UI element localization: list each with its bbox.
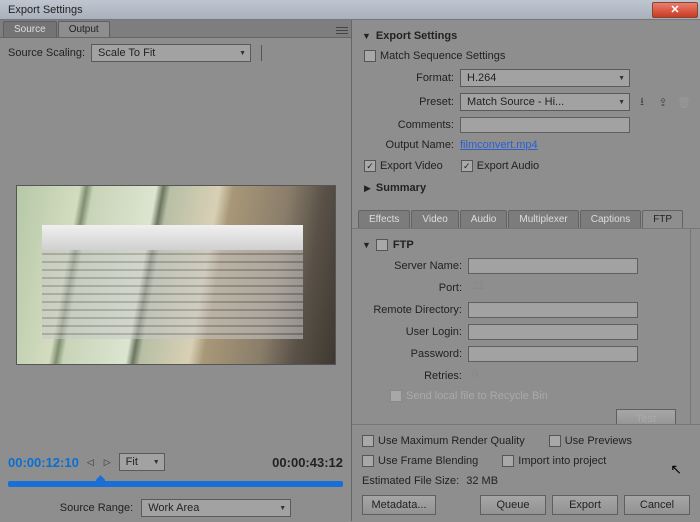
server-name-label: Server Name:	[368, 260, 468, 272]
panel-menu-icon[interactable]	[333, 23, 351, 37]
step-fwd-icon[interactable]: ▷	[102, 457, 113, 468]
tab-audio[interactable]: Audio	[460, 210, 508, 228]
match-sequence-label: Match Sequence Settings	[380, 50, 505, 62]
comments-label: Comments:	[360, 119, 460, 131]
user-login-input[interactable]	[468, 324, 638, 340]
filesize-label: Estimated File Size:	[362, 475, 459, 487]
chevron-down-icon[interactable]: ▼	[362, 240, 371, 250]
titlebar: Export Settings ✕	[0, 0, 700, 20]
password-label: Password:	[368, 348, 468, 360]
zoom-fit-select[interactable]: Fit	[119, 453, 165, 471]
tab-ftp[interactable]: FTP	[642, 210, 683, 228]
tab-source[interactable]: Source	[3, 21, 57, 37]
server-name-input[interactable]	[468, 258, 638, 274]
export-audio-checkbox[interactable]	[461, 160, 473, 172]
format-label: Format:	[360, 72, 460, 84]
retries-value[interactable]: 0	[468, 368, 508, 384]
import-preset-icon[interactable]: ⇪	[655, 94, 671, 110]
recycle-label: Send local file to Recycle Bin	[406, 390, 548, 402]
comments-input[interactable]	[460, 117, 630, 133]
playhead-icon[interactable]	[96, 475, 105, 487]
source-range-select[interactable]: Work Area	[141, 499, 291, 517]
step-back-icon[interactable]: ◁	[85, 457, 96, 468]
retries-label: Retries:	[368, 370, 468, 382]
frame-blend-checkbox[interactable]	[362, 455, 374, 467]
use-previews-label: Use Previews	[565, 435, 632, 447]
port-value[interactable]: 21	[468, 280, 508, 296]
current-timecode[interactable]: 00:00:12:10	[8, 455, 79, 470]
test-button[interactable]: Test	[616, 409, 676, 424]
cancel-button[interactable]: Cancel	[624, 495, 690, 515]
output-name-label: Output Name:	[360, 139, 460, 151]
ftp-enable-checkbox[interactable]	[376, 239, 388, 251]
preview-area	[0, 68, 351, 451]
output-name-link[interactable]: filmconvert.mp4	[460, 139, 538, 151]
use-previews-checkbox[interactable]	[549, 435, 561, 447]
match-sequence-checkbox[interactable]	[364, 50, 376, 62]
export-audio-label: Export Audio	[477, 160, 539, 172]
preview-frame[interactable]	[16, 185, 336, 365]
preset-label: Preset:	[360, 96, 460, 108]
export-video-label: Export Video	[380, 160, 443, 172]
source-scaling-select[interactable]: Scale To Fit	[91, 44, 251, 62]
preview-image	[16, 185, 336, 365]
delete-preset-icon[interactable]: 🗑	[676, 94, 692, 110]
filesize-value: 32 MB	[466, 475, 498, 487]
export-video-checkbox[interactable]	[364, 160, 376, 172]
ftp-section-title: FTP	[393, 239, 414, 251]
remote-dir-label: Remote Directory:	[368, 304, 468, 316]
tab-effects[interactable]: Effects	[358, 210, 410, 228]
recycle-checkbox	[390, 390, 402, 402]
max-quality-label: Use Maximum Render Quality	[378, 435, 525, 447]
queue-button[interactable]: Queue	[480, 495, 546, 515]
import-project-checkbox[interactable]	[502, 455, 514, 467]
tab-video[interactable]: Video	[411, 210, 458, 228]
password-input[interactable]	[468, 346, 638, 362]
source-range-label: Source Range:	[60, 502, 133, 514]
divider	[261, 45, 262, 61]
preset-select[interactable]: Match Source - Hi...	[460, 93, 630, 111]
close-button[interactable]: ✕	[652, 2, 698, 18]
export-button[interactable]: Export	[552, 495, 618, 515]
tab-multiplexer[interactable]: Multiplexer	[508, 210, 578, 228]
save-preset-icon[interactable]: ⭳	[634, 94, 650, 110]
chevron-right-icon[interactable]: ▶	[364, 183, 371, 194]
max-quality-checkbox[interactable]	[362, 435, 374, 447]
import-project-label: Import into project	[518, 455, 606, 467]
window-title: Export Settings	[2, 4, 652, 16]
frame-blend-label: Use Frame Blending	[378, 455, 478, 467]
scrollbar[interactable]	[690, 229, 700, 424]
tab-captions[interactable]: Captions	[580, 210, 641, 228]
chevron-down-icon[interactable]: ▼	[362, 31, 371, 41]
user-login-label: User Login:	[368, 326, 468, 338]
remote-dir-input[interactable]	[468, 302, 638, 318]
export-settings-header: Export Settings	[376, 30, 457, 42]
timeline-track[interactable]	[0, 473, 351, 495]
duration-timecode: 00:00:43:12	[272, 455, 343, 470]
source-scaling-label: Source Scaling:	[8, 47, 85, 59]
metadata-button[interactable]: Metadata...	[362, 495, 436, 515]
format-select[interactable]: H.264	[460, 69, 630, 87]
summary-header: Summary	[376, 182, 426, 194]
tab-output[interactable]: Output	[58, 21, 110, 37]
port-label: Port:	[368, 282, 468, 294]
